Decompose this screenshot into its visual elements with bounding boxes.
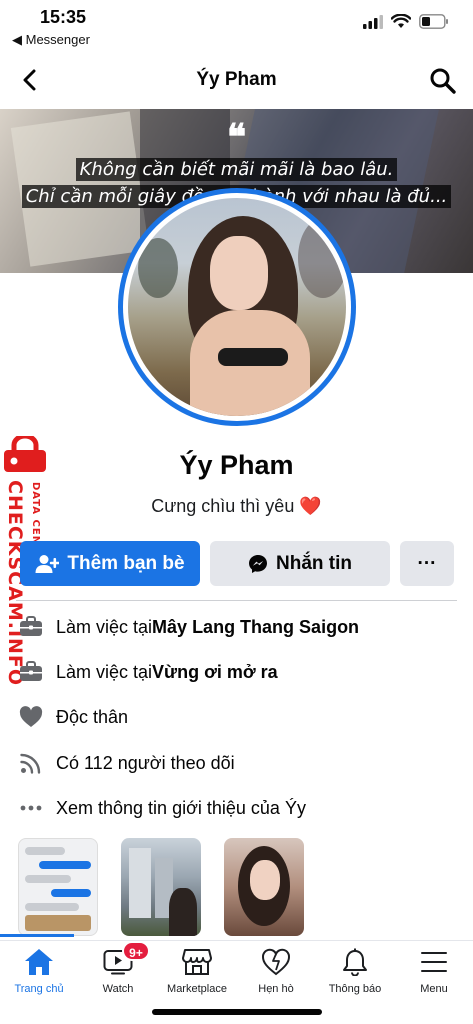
avatar (128, 198, 346, 416)
photo-scroll-indicator (0, 934, 74, 937)
tab-home-label: Trang chủ (14, 983, 64, 995)
more-dots-icon: ··· (417, 552, 437, 574)
info-followers-text: Có 112 người theo dõi (56, 752, 235, 773)
page-title: Ýy Pham (196, 69, 277, 90)
status-time: 15:35 (40, 7, 87, 27)
briefcase-icon (18, 659, 44, 685)
profile-name: Ýy Pham (179, 450, 294, 480)
battery-icon (419, 14, 448, 29)
bio-text: Cưng chìu thì yêu (151, 496, 295, 516)
marketplace-icon (181, 947, 213, 977)
tab-menu-label: Menu (420, 983, 448, 995)
add-friend-button[interactable]: Thêm bạn bè (20, 541, 200, 586)
featured-photo-1[interactable] (18, 838, 98, 936)
signal-icon (363, 14, 383, 29)
info-followers[interactable]: Có 112 người theo dõi (18, 748, 235, 778)
status-indicators (363, 14, 449, 29)
info-work-1[interactable]: Làm việc tại Mây Lang Thang Saigon (18, 612, 359, 642)
more-options-button[interactable]: ··· (400, 541, 454, 586)
briefcase-icon (18, 614, 44, 640)
tab-marketplace[interactable]: Marketplace (157, 941, 237, 1001)
add-friend-label: Thêm bạn bè (67, 552, 185, 574)
home-icon (23, 947, 55, 977)
heart-emoji-icon: ❤️ (299, 496, 322, 516)
dating-heart-icon (260, 947, 292, 977)
info-see-about[interactable]: Xem thông tin giới thiệu của Ýy (18, 793, 306, 823)
profile-bio: Cưng chìu thì yêu ❤️ (0, 496, 473, 517)
message-label: Nhắn tin (276, 552, 352, 574)
tab-dating-label: Hẹn hò (258, 983, 294, 995)
search-icon (430, 68, 456, 94)
info-work-2[interactable]: Làm việc tại Vừng ơi mở ra (18, 657, 278, 687)
divider (16, 600, 457, 601)
search-button[interactable] (429, 67, 457, 95)
profile-actions: Thêm bạn bè Nhắn tin ··· (20, 541, 454, 586)
info-work-1-place[interactable]: Mây Lang Thang Saigon (152, 617, 359, 638)
message-button[interactable]: Nhắn tin (210, 541, 390, 586)
tab-dating[interactable]: Hẹn hò (236, 941, 316, 1001)
rss-icon (18, 750, 44, 776)
heart-icon (18, 704, 44, 730)
info-relationship: Độc thân (18, 702, 128, 732)
featured-photos (18, 838, 458, 938)
tab-watch-label: Watch (102, 983, 134, 995)
featured-photo-2[interactable] (121, 838, 201, 936)
more-dots-icon (18, 795, 44, 821)
quote-mark: ❝ (226, 116, 247, 158)
status-bar: 15:35 ◀ Messenger (0, 0, 473, 50)
wifi-icon (391, 14, 411, 28)
bell-icon (339, 947, 371, 977)
featured-photo-3[interactable] (224, 838, 304, 936)
info-work-2-prefix: Làm việc tại (56, 661, 153, 682)
messenger-icon (249, 554, 267, 573)
tab-notifications[interactable]: Thông báo (315, 941, 395, 1001)
cover-quote-line-1: Không cần biết mãi mãi là bao lâu. (75, 158, 398, 181)
tab-watch[interactable]: 9+ Watch (78, 941, 158, 1001)
home-indicator (152, 1009, 322, 1015)
add-friend-icon (35, 554, 60, 573)
profile-picture[interactable] (118, 188, 356, 426)
tab-home[interactable]: Trang chủ (0, 941, 79, 1001)
tab-marketplace-label: Marketplace (167, 983, 227, 995)
info-work-1-prefix: Làm việc tại (56, 616, 153, 637)
info-relationship-text: Độc thân (56, 706, 129, 727)
top-app-bar: Ýy Pham (0, 55, 473, 105)
tab-menu[interactable]: Menu (394, 941, 473, 1001)
menu-icon (418, 947, 450, 977)
watch-badge: 9+ (122, 941, 150, 961)
info-work-2-place[interactable]: Vừng ơi mở ra (152, 662, 278, 683)
info-see-about-text: Xem thông tin giới thiệu của Ýy (56, 797, 306, 818)
tab-notifications-label: Thông báo (328, 983, 382, 995)
back-to-messenger-link[interactable]: ◀ Messenger (12, 32, 90, 48)
